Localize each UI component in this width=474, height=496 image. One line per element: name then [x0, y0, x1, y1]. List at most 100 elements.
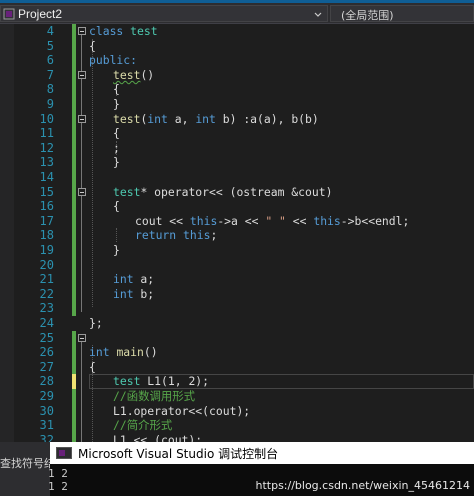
type-token: test	[130, 24, 158, 38]
line-number: 8	[46, 82, 54, 97]
line-number: 19	[39, 243, 54, 257]
line-number: 28	[39, 374, 54, 389]
find-symbol-label: 查找符号结	[0, 457, 50, 470]
line-number: 29	[39, 389, 54, 403]
line-number: 14	[39, 170, 54, 184]
type-token: test	[113, 374, 141, 389]
code-text: ;	[210, 228, 218, 243]
outlining-margin	[78, 24, 88, 442]
string-token: " "	[265, 213, 286, 228]
collapse-icon[interactable]	[78, 71, 86, 79]
console-output[interactable]: 1 2 1 2 https://blog.csdn.net/weixin_454…	[48, 464, 474, 496]
code-line-27: {	[89, 360, 96, 375]
project-dropdown[interactable]: Project2	[0, 5, 328, 22]
code-line-9: }	[113, 97, 120, 112]
tab-strip-accent	[0, 0, 474, 3]
line-number: 16	[39, 199, 54, 214]
code-editor[interactable]: 4 5 6 7 8 9 10 11 12 13 14 15 16 17 18 1…	[0, 24, 474, 447]
code-line-22: int b;	[113, 287, 154, 302]
line-number: 27	[39, 359, 54, 374]
keyword-token: class	[89, 24, 124, 38]
watermark-text: https://blog.csdn.net/weixin_45461214	[255, 479, 470, 492]
code-text: {	[113, 126, 120, 141]
code-line-12: ;	[113, 141, 120, 156]
code-text: {	[113, 199, 120, 214]
keyword-token: int	[147, 111, 168, 126]
line-number: 26	[39, 345, 54, 360]
collapse-icon[interactable]	[78, 27, 86, 35]
line-number: 11	[39, 126, 54, 141]
collapse-icon[interactable]	[78, 115, 86, 123]
code-text: ;	[113, 140, 120, 155]
change-indicator-saved	[72, 24, 76, 316]
code-line-10: test(int a, int b) :a(a), b(b)	[113, 112, 319, 127]
code-line-26: int main()	[89, 345, 158, 360]
code-line-18: return this;	[135, 228, 217, 243]
code-text: ()	[140, 67, 155, 82]
code-line-13: }	[113, 155, 120, 170]
line-number: 6	[46, 53, 54, 68]
console-line: 1 2	[48, 480, 68, 493]
code-line-29: //函数调用形式	[113, 389, 195, 404]
keyword-token: int	[195, 111, 216, 126]
code-line-28: test L1(1, 2);	[113, 374, 209, 389]
line-number: 10	[39, 111, 54, 126]
editor-left-margin	[0, 24, 14, 442]
collapse-icon[interactable]	[78, 188, 86, 196]
line-number: 30	[39, 403, 54, 418]
line-number-gutter: 4 5 6 7 8 9 10 11 12 13 14 15 16 17 18 1…	[14, 24, 58, 447]
code-line-8: {	[113, 82, 120, 97]
chevron-down-icon	[314, 12, 322, 17]
indent-guide	[92, 39, 94, 307]
code-text: L1.operator<<(cout);	[113, 403, 251, 418]
vs-window: Project2 (全局范围) 4 5 6 7 8 9 10 11 12 13 …	[0, 0, 474, 496]
code-line-4: class test	[89, 24, 158, 39]
code-text-area[interactable]: class test { public: test() { } test(int…	[89, 24, 474, 447]
change-indicator-saved	[72, 389, 76, 442]
code-line-19: }	[113, 243, 120, 258]
code-line-7: test()	[113, 68, 154, 83]
keyword-token: int	[89, 345, 110, 360]
keyword-token: return	[135, 228, 177, 243]
collapse-icon[interactable]	[78, 334, 86, 342]
console-title-bar[interactable]: Microsoft Visual Studio 调试控制台	[50, 442, 474, 464]
function-token: test	[113, 111, 141, 126]
line-number: 31	[39, 418, 54, 433]
code-line-5: {	[89, 39, 96, 54]
code-line-16: {	[113, 199, 120, 214]
code-text: <<	[285, 213, 314, 228]
keyword-token: public:	[89, 53, 138, 68]
function-token: test	[113, 67, 141, 82]
navigation-bar: Project2 (全局范围)	[0, 0, 474, 24]
change-indicator-unsaved	[72, 374, 76, 389]
cpp-project-icon	[1, 6, 17, 21]
code-text: };	[89, 316, 103, 330]
code-text: }	[113, 155, 120, 170]
code-line-24: };	[89, 316, 103, 331]
change-indicator-saved	[72, 330, 76, 375]
keyword-token: this	[313, 213, 341, 228]
line-number: 4	[46, 24, 54, 38]
code-line-21: int a;	[113, 272, 154, 287]
code-line-17: cout << this->a << " " << this->b<<endl;	[135, 214, 409, 229]
line-number: 13	[39, 155, 54, 170]
code-line-6: public:	[89, 53, 137, 68]
line-number: 9	[46, 97, 54, 111]
code-text: ()	[143, 345, 158, 360]
code-text: a;	[133, 272, 155, 287]
code-text: ->a <<	[217, 213, 266, 228]
keyword-token: int	[113, 272, 134, 287]
code-text: b;	[133, 286, 155, 301]
code-text: {	[89, 38, 96, 53]
indent-guide	[116, 228, 118, 242]
code-text: }	[113, 97, 120, 111]
scope-dropdown[interactable]: (全局范围)	[330, 5, 474, 22]
console-title: Microsoft Visual Studio 调试控制台	[78, 446, 279, 461]
comment-token: //函数调用形式	[113, 389, 196, 403]
code-line-31: //简介形式	[113, 418, 172, 433]
code-text: ->b<<endl;	[340, 213, 410, 228]
code-text: * operator<< (ostream &cout)	[140, 184, 333, 199]
line-number: 5	[46, 38, 54, 53]
code-text: }	[113, 243, 120, 257]
line-number: 22	[39, 286, 54, 301]
